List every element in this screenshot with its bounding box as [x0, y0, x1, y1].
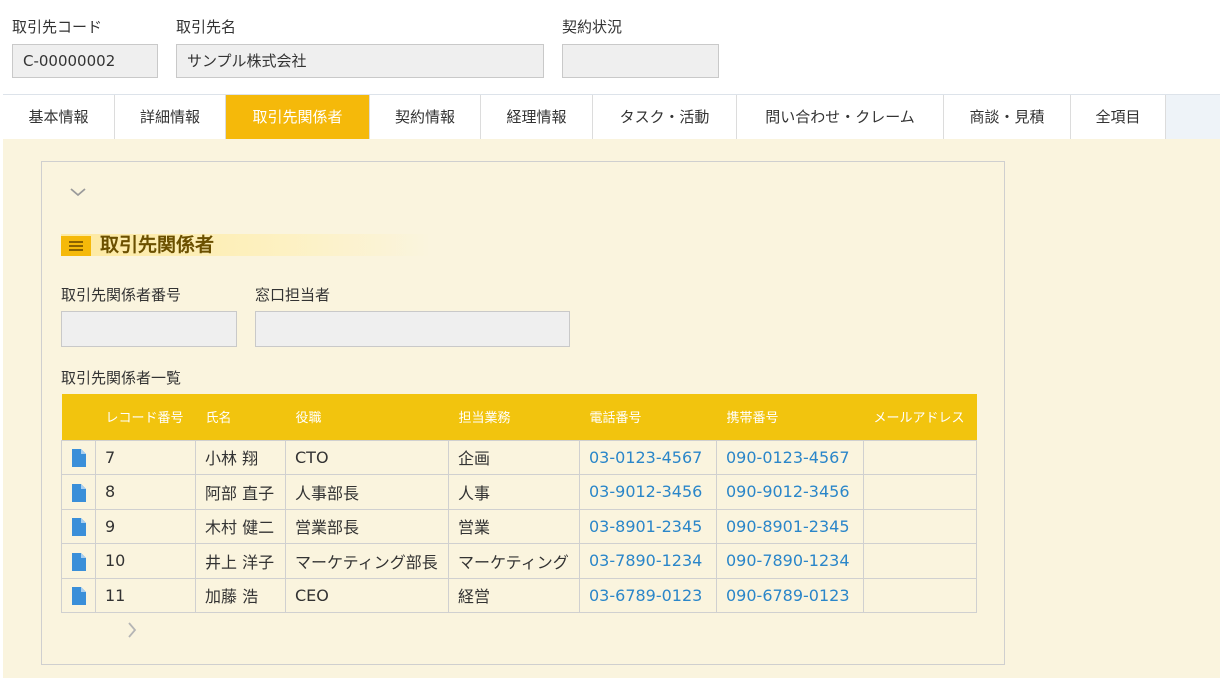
name-input[interactable]: サンプル株式会社	[176, 44, 544, 78]
document-icon[interactable]	[71, 518, 86, 536]
table-row: 11 加藤 浩 CEO 経営 03-6789-0123 090-6789-012…	[61, 577, 977, 613]
list-icon	[61, 236, 91, 256]
tab-deals[interactable]: 商談・見積	[944, 95, 1071, 139]
name-cell: 加藤 浩	[195, 577, 286, 613]
column-header[interactable]: 氏名	[195, 394, 286, 440]
record-cell: 9	[95, 508, 196, 544]
status-label: 契約状況	[562, 18, 623, 36]
list-label: 取引先関係者一覧	[61, 369, 182, 387]
mobile-link[interactable]: 090-0123-4567	[716, 439, 864, 475]
status-input[interactable]	[562, 44, 719, 78]
column-header[interactable]: レコード番号	[95, 394, 196, 440]
code-input[interactable]: C-00000002	[12, 44, 158, 78]
contact-no-input[interactable]	[61, 311, 237, 347]
tab-accounting[interactable]: 経理情報	[481, 95, 593, 139]
tab-detail[interactable]: 詳細情報	[115, 95, 226, 139]
title-cell: CEO	[285, 577, 449, 613]
name-label: 取引先名	[176, 18, 237, 36]
mobile-link[interactable]: 090-9012-3456	[716, 474, 864, 510]
tab-content: 取引先関係者 取引先関係者番号 窓口担当者 取引先関係者一覧 レコード番号 氏名…	[3, 139, 1220, 678]
title-cell: CTO	[285, 439, 449, 475]
title-cell: 人事部長	[285, 474, 449, 510]
phone-link[interactable]: 03-6789-0123	[579, 577, 717, 613]
column-header[interactable]: 携帯番号	[716, 394, 864, 440]
tab-contract[interactable]: 契約情報	[370, 95, 481, 139]
duty-cell: 人事	[448, 474, 580, 510]
name-cell: 木村 健二	[195, 508, 286, 544]
window-input[interactable]	[255, 311, 570, 347]
email-cell	[863, 474, 977, 510]
phone-link[interactable]: 03-9012-3456	[579, 474, 717, 510]
duty-cell: マーケティング	[448, 543, 580, 579]
contact-no-label: 取引先関係者番号	[61, 286, 182, 304]
mobile-link[interactable]: 090-6789-0123	[716, 577, 864, 613]
email-cell	[863, 439, 977, 475]
status-field: 契約状況	[562, 16, 622, 38]
tab-tasks[interactable]: タスク・活動	[593, 95, 737, 139]
mobile-link[interactable]: 090-8901-2345	[716, 508, 864, 544]
title-cell: マーケティング部長	[285, 543, 449, 579]
document-icon[interactable]	[71, 449, 86, 467]
column-header[interactable]: 電話番号	[579, 394, 717, 440]
document-icon[interactable]	[71, 587, 86, 605]
document-icon[interactable]	[71, 483, 86, 502]
window-label: 窓口担当者	[255, 286, 331, 304]
row-icon-cell[interactable]	[61, 508, 96, 544]
email-cell	[863, 577, 977, 613]
record-cell: 10	[95, 543, 196, 579]
tab-all[interactable]: 全項目	[1071, 95, 1166, 139]
mobile-link[interactable]: 090-7890-1234	[716, 543, 864, 579]
name-cell: 小林 翔	[195, 439, 286, 475]
contacts-panel: 取引先関係者 取引先関係者番号 窓口担当者 取引先関係者一覧 レコード番号 氏名…	[41, 161, 1005, 665]
duty-cell: 営業	[448, 508, 580, 544]
row-icon-cell[interactable]	[61, 439, 96, 475]
column-header[interactable]: 担当業務	[448, 394, 580, 440]
name-cell: 井上 洋子	[195, 543, 286, 579]
duty-cell: 企画	[448, 439, 580, 475]
table-row: 10 井上 洋子 マーケティング部長 マーケティング 03-7890-1234 …	[61, 543, 977, 579]
code-field: 取引先コード	[12, 16, 102, 38]
row-icon-cell[interactable]	[61, 543, 96, 579]
email-cell	[863, 508, 977, 544]
chevron-down-icon[interactable]	[68, 182, 88, 202]
record-cell: 8	[95, 474, 196, 510]
table-row: 8 阿部 直子 人事部長 人事 03-9012-3456 090-9012-34…	[61, 474, 977, 510]
contacts-table: レコード番号 氏名 役職 担当業務 電話番号 携帯番号 メールアドレス 7 小林…	[61, 394, 977, 613]
duty-cell: 経営	[448, 577, 580, 613]
table-row: 9 木村 健二 営業部長 営業 03-8901-2345 090-8901-23…	[61, 508, 977, 544]
title-cell: 営業部長	[285, 508, 449, 544]
table-header-row: レコード番号 氏名 役職 担当業務 電話番号 携帯番号 メールアドレス	[61, 394, 977, 440]
chevron-right-icon[interactable]	[122, 620, 142, 640]
section-title: 取引先関係者	[100, 234, 215, 256]
tab-contacts[interactable]: 取引先関係者	[226, 95, 370, 139]
phone-link[interactable]: 03-0123-4567	[579, 439, 717, 475]
phone-link[interactable]: 03-7890-1234	[579, 543, 717, 579]
name-cell: 阿部 直子	[195, 474, 286, 510]
tab-bar: 基本情報 詳細情報 取引先関係者 契約情報 経理情報 タスク・活動 問い合わせ・…	[3, 94, 1220, 139]
record-cell: 7	[95, 439, 196, 475]
tab-basic[interactable]: 基本情報	[3, 95, 115, 139]
email-cell	[863, 543, 977, 579]
column-header	[61, 394, 96, 440]
code-label: 取引先コード	[12, 18, 103, 36]
row-icon-cell[interactable]	[61, 474, 96, 510]
table-row: 7 小林 翔 CTO 企画 03-0123-4567 090-0123-4567	[61, 439, 977, 475]
column-header[interactable]: メールアドレス	[863, 394, 977, 440]
tab-inquiries[interactable]: 問い合わせ・クレーム	[737, 95, 944, 139]
row-icon-cell[interactable]	[61, 577, 96, 613]
name-field: 取引先名	[176, 16, 236, 38]
phone-link[interactable]: 03-8901-2345	[579, 508, 717, 544]
document-icon[interactable]	[71, 552, 86, 571]
column-header[interactable]: 役職	[285, 394, 449, 440]
record-cell: 11	[95, 577, 196, 613]
